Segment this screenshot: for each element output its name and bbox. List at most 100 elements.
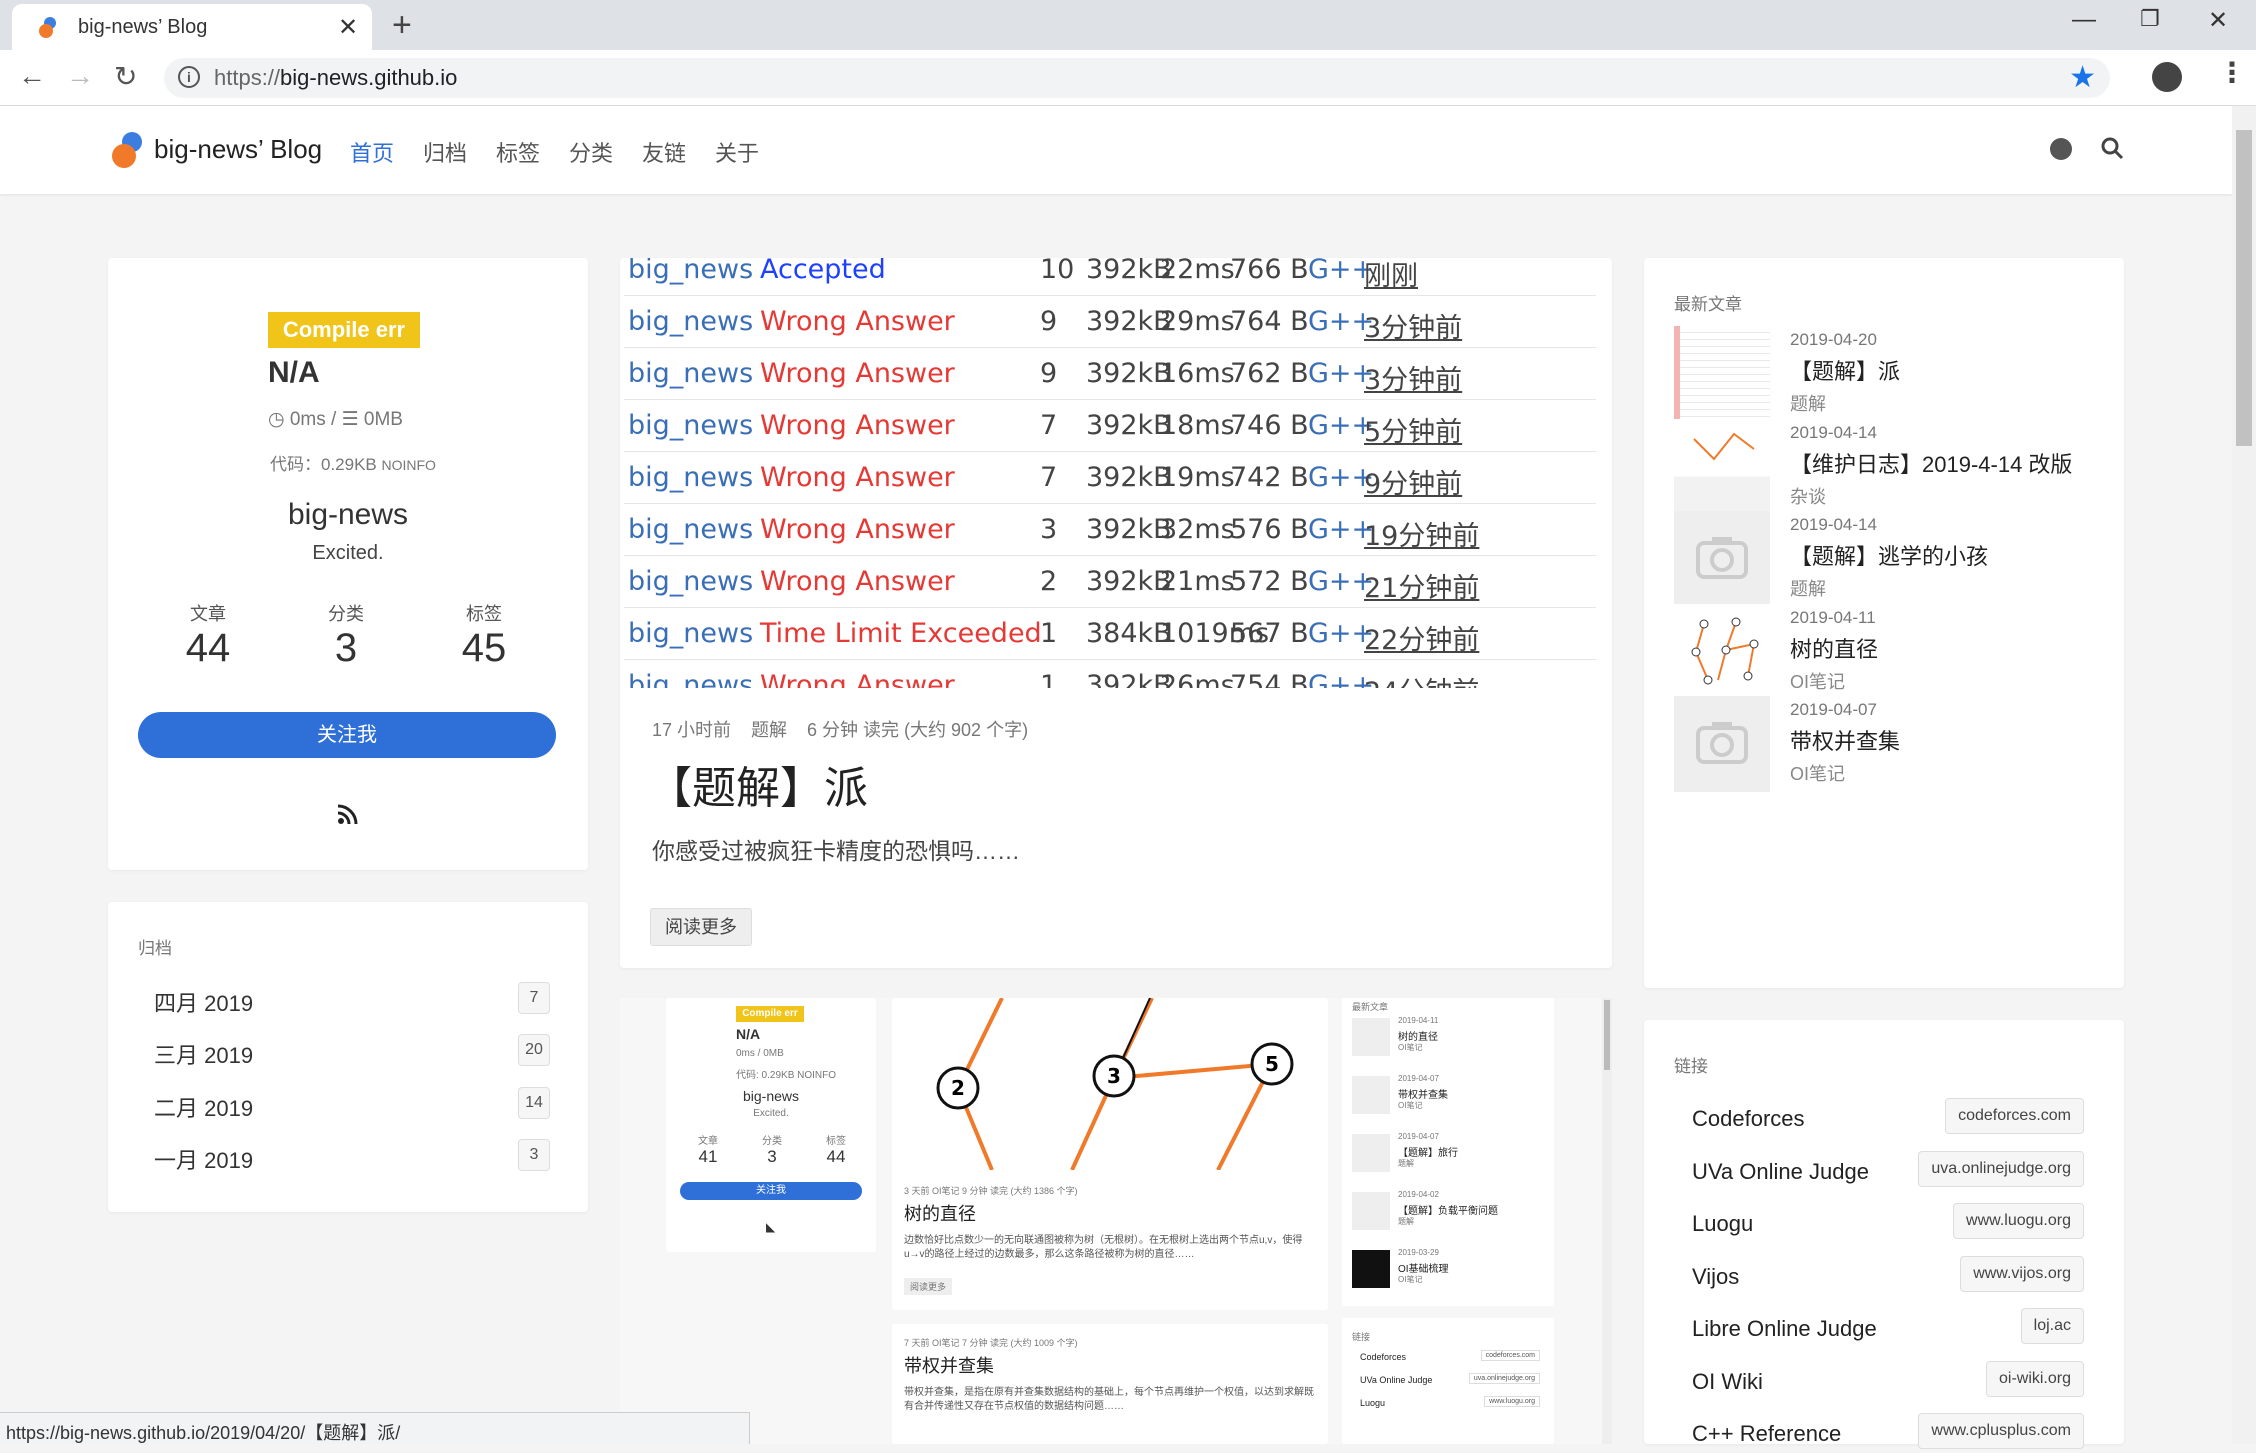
preview-link: UVa Online Judge uva.onlinejudge.org	[1360, 1373, 1540, 1391]
recent-date: 2019-04-11	[1790, 607, 1876, 627]
archive-item[interactable]: 三月 2019 20	[154, 1034, 550, 1070]
recent-category[interactable]: 杂谈	[1790, 483, 1826, 509]
nav-home[interactable]: 首页	[350, 136, 394, 168]
page-scrollbar[interactable]	[2232, 106, 2256, 1444]
github-icon[interactable]	[2050, 138, 2072, 160]
close-tab-icon[interactable]: ✕	[338, 13, 358, 42]
recent-category[interactable]: 题解	[1790, 390, 1826, 416]
submission-user: big_news	[628, 670, 754, 688]
site-header: big-news’ Blog 首页 归档 标签 分类 友链 关于	[0, 106, 2232, 194]
recent-post-item[interactable]: 2019-04-11 树的直径 OI笔记	[1674, 603, 2094, 704]
friend-link[interactable]: Luogu www.luogu.org	[1692, 1203, 2084, 1243]
friend-link[interactable]: Vijos www.vijos.org	[1692, 1255, 2084, 1296]
recent-date: 2019-04-14	[1790, 422, 1877, 442]
plus-icon[interactable]: +	[392, 6, 412, 45]
author-motto: Excited.	[312, 542, 384, 564]
submission-len: 762 B	[1230, 358, 1309, 389]
recent-category[interactable]: OI笔记	[1790, 760, 1845, 786]
nav-tags[interactable]: 标签	[496, 136, 540, 168]
submission-mem: 392kB	[1086, 410, 1172, 441]
account-icon[interactable]	[2152, 62, 2182, 92]
time-mem: ◷ 0ms / ☰ 0MB	[268, 408, 403, 431]
submission-len: 746 B	[1230, 410, 1309, 441]
forward-icon[interactable]: →	[66, 60, 94, 92]
submission-score: 7	[1040, 410, 1058, 441]
stat-posts[interactable]: 文章 44	[158, 600, 258, 671]
close-window-icon[interactable]: ✕	[2208, 6, 2228, 35]
stat-label: 分类	[328, 604, 364, 624]
restore-icon[interactable]: ❐	[2140, 6, 2160, 32]
nav-archive[interactable]: 归档	[423, 136, 467, 168]
archive-item[interactable]: 四月 2019 7	[154, 982, 550, 1018]
kebab-menu-icon[interactable]: ⋮	[2218, 56, 2246, 89]
recent-post-item[interactable]: 2019-04-07 带权并查集 OI笔记	[1674, 696, 2094, 796]
friend-link[interactable]: Codeforces codeforces.com	[1692, 1098, 2084, 1138]
friend-link[interactable]: OI Wiki oi-wiki.org	[1692, 1360, 2084, 1401]
submission-user: big_news	[628, 462, 754, 493]
logo-icon[interactable]	[108, 130, 146, 170]
submission-time: 29ms	[1160, 306, 1235, 337]
preview-post2: 7 天前 OI笔记 7 分钟 读完 (大约 1009 个字) 带权并查集 带权并…	[892, 1324, 1328, 1444]
links-card: 链接 Codeforces codeforces.com UVa Online Ju…	[1644, 1020, 2124, 1449]
submission-ago: 21分钟前	[1364, 573, 1480, 604]
link-name: Luogu	[1692, 1211, 1754, 1236]
post-title[interactable]: 【题解】派	[648, 752, 868, 816]
search-icon[interactable]	[2100, 136, 2124, 160]
scrollbar-thumb[interactable]	[2236, 130, 2252, 446]
back-icon[interactable]: ←	[18, 60, 46, 92]
recent-post-item[interactable]: 2019-04-14 【维护日志】2019-4-14 改版杂谈	[1674, 418, 2094, 519]
recent-post-item[interactable]: 2019-04-14 【题解】逃学的小孩 题解	[1674, 511, 2094, 611]
submission-len: 764 B	[1230, 306, 1309, 337]
friend-link[interactable]: UVa Online Judge uva.onlinejudge.org	[1692, 1150, 2084, 1191]
recent-post-title[interactable]: 【维护日志】2019-4-14 改版	[1790, 447, 2072, 479]
submission-score: 2	[1040, 566, 1058, 597]
recent-post-title[interactable]: 【题解】逃学的小孩	[1790, 539, 1988, 571]
submission-mem: 392kB	[1086, 462, 1172, 493]
stat-tags[interactable]: 标签 45	[434, 600, 534, 671]
code-size: 代码：0.29KB NOINFO	[270, 450, 436, 475]
omnibox[interactable]: i https://big-news.github.io ★	[164, 58, 2110, 98]
recent-post-title[interactable]: 带权并查集	[1790, 724, 1900, 756]
preview-stat-value: 41	[698, 1147, 718, 1166]
minimize-icon[interactable]: —	[2072, 6, 2096, 34]
submission-ago: 3分钟前	[1364, 365, 1463, 396]
preview-links: 链接 Codeforces codeforces.com UVa Online Ju…	[1342, 1318, 1554, 1444]
url-text[interactable]: https://big-news.github.io	[214, 65, 457, 91]
recent-post-item[interactable]: 2019-04-20 【题解】派 题解	[1674, 326, 2094, 426]
site-brand[interactable]: big-news’ Blog	[154, 134, 322, 165]
recent-category[interactable]: 题解	[1790, 575, 1826, 601]
submission-score: 1	[1040, 618, 1058, 649]
submission-row: big_news Wrong Answer 7 392kB 18ms 746 B G++ 5分…	[624, 400, 1596, 452]
preview-link-url: uva.onlinejudge.org	[1468, 1373, 1540, 1384]
follow-button[interactable]: 关注我	[138, 712, 556, 758]
info-icon[interactable]: i	[178, 66, 200, 88]
rss-icon[interactable]	[338, 804, 358, 824]
submission-result: Wrong Answer	[760, 358, 955, 389]
bookmark-star-icon[interactable]: ★	[2069, 60, 2096, 95]
post-cover-image[interactable]: big_news Accepted 10 392kB 22ms 766 B G++ 刚刚 big…	[624, 258, 1596, 688]
archive-item[interactable]: 一月 2019 3	[154, 1139, 550, 1175]
link-name: UVa Online Judge	[1692, 1158, 1869, 1184]
archive-item[interactable]: 二月 2019 14	[154, 1087, 550, 1123]
read-more-button[interactable]: 阅读更多	[650, 908, 752, 946]
recent-post-title[interactable]: 树的直径	[1790, 632, 1878, 664]
friend-link[interactable]: C++ Reference www.cplusplus.com	[1692, 1413, 2084, 1453]
nav-categories[interactable]: 分类	[569, 136, 613, 168]
recent-category[interactable]: OI笔记	[1790, 668, 1845, 694]
link-name: Codeforces	[1692, 1106, 1805, 1131]
friend-link[interactable]: Libre Online Judge loj.ac	[1692, 1308, 2084, 1348]
nav-friends[interactable]: 友链	[642, 136, 686, 168]
stat-categories[interactable]: 分类 3	[296, 600, 396, 671]
post-thumbnail	[1674, 418, 1770, 515]
preview-recent-cat: OI笔记	[1398, 1043, 1423, 1052]
reload-icon[interactable]: ↻	[114, 60, 137, 93]
recent-post-title[interactable]: 【题解】派	[1790, 354, 1900, 386]
browser-chrome: big-news’ Blog ✕ + — ❐ ✕ ← → ↻ i https:/…	[0, 0, 2256, 106]
preview-recent-date: 2019-04-11	[1398, 1016, 1439, 1025]
browser-tab[interactable]: big-news’ Blog ✕	[12, 4, 372, 50]
preview-stat-value: 3	[767, 1147, 777, 1166]
post-cover-image-2[interactable]: Compile err N/A 0ms / 0MB 代码: 0.29KB NOI…	[620, 998, 1612, 1444]
status-badge: Compile err	[268, 312, 420, 348]
graph-node-label: 3	[1107, 1064, 1121, 1088]
nav-about[interactable]: 关于	[715, 136, 759, 168]
